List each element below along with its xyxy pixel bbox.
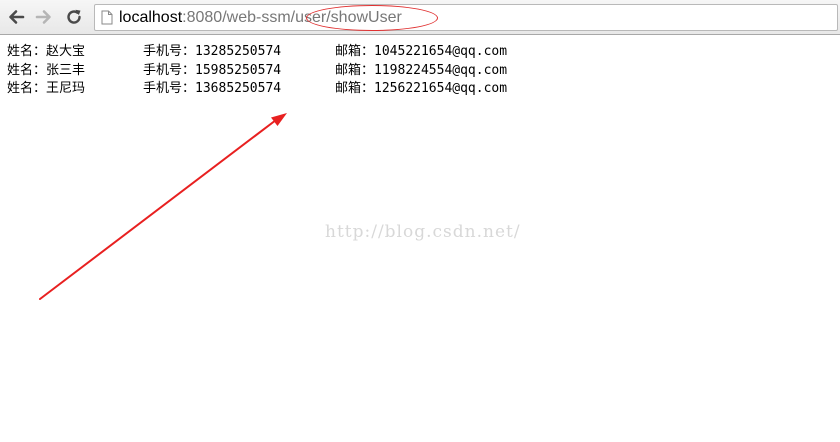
annotation-arrow-icon [39,113,287,300]
